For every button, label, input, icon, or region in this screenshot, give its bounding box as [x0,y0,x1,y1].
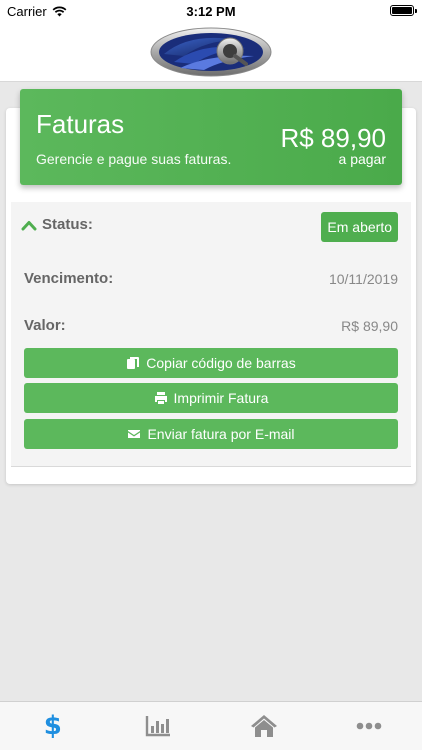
copy-barcode-button[interactable]: Copiar código de barras [24,348,398,378]
amount-value: R$ 89,90 [341,318,398,334]
tab-more[interactable] [317,702,422,750]
copy-icon [127,357,140,369]
page-subtitle: Gerencie e pague suas faturas. [36,151,232,167]
email-invoice-label: Enviar fatura por E-mail [147,426,295,442]
more-icon [356,722,382,730]
app-logo [150,27,272,77]
tab-bar: $ [0,701,422,750]
clock: 3:12 PM [186,4,236,19]
invoice-details-panel: Status: Em aberto Vencimento: 10/11/2019… [11,202,411,467]
due-date-value: 10/11/2019 [328,271,398,287]
status-toggle[interactable]: Status: [21,216,93,233]
print-invoice-button[interactable]: Imprimir Fatura [24,383,398,413]
envelope-icon [128,430,141,438]
tab-usage[interactable] [106,702,212,750]
amount-due-label: a pagar [338,151,386,167]
print-invoice-label: Imprimir Fatura [173,390,269,406]
amount-due: R$ 89,90 [280,123,386,153]
tab-invoices[interactable]: $ [0,702,106,750]
email-invoice-button[interactable]: Enviar fatura por E-mail [24,419,398,449]
amount-label: Valor: [24,317,66,334]
due-date-label: Vencimento: [24,270,114,287]
status-badge: Em aberto [321,212,398,242]
printer-icon [154,392,167,404]
dollar-icon: $ [43,711,62,741]
copy-barcode-label: Copiar código de barras [146,355,296,371]
tab-home[interactable] [211,702,317,750]
page-title: Faturas [36,109,125,139]
chevron-up-icon [21,220,37,230]
home-icon [250,715,277,737]
status-label: Status: [42,216,93,233]
bar-chart-icon [146,716,171,737]
invoice-summary-banner: Faturas Gerencie e pague suas faturas. R… [20,89,402,185]
status-bar: Carrier 3:12 PM [0,0,422,22]
app-header [0,22,422,82]
battery-icon [390,5,417,16]
